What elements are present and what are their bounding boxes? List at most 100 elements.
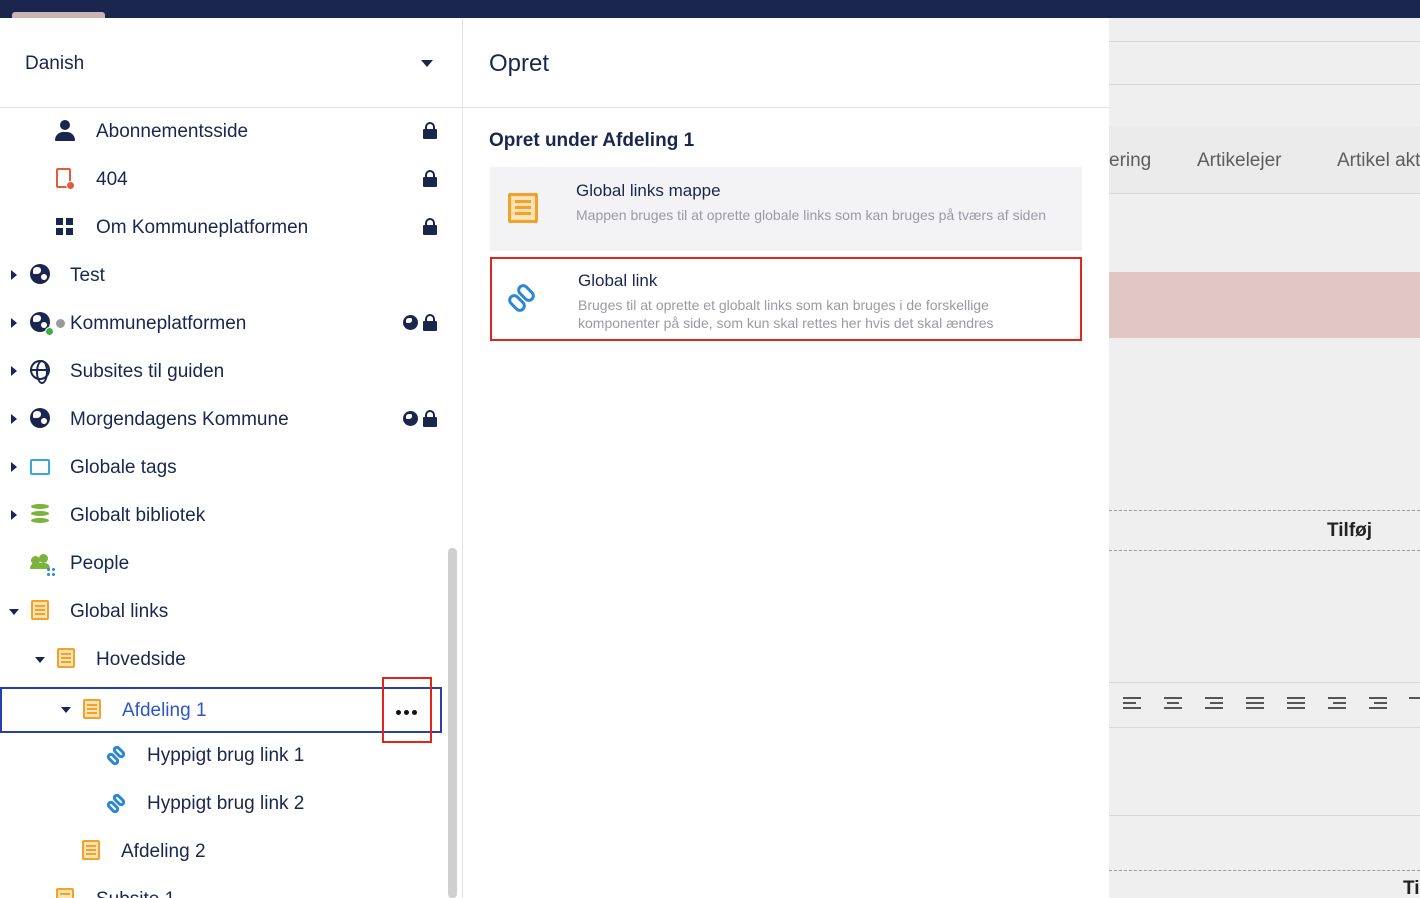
tree-item-people[interactable]: People xyxy=(0,540,444,588)
lock-icon xyxy=(423,314,437,331)
background-divider xyxy=(1109,815,1420,816)
caret-down-icon[interactable] xyxy=(35,657,45,663)
tree-item-abonnementsside[interactable]: Abonnementsside xyxy=(0,108,444,156)
more-actions-button[interactable] xyxy=(382,677,432,743)
link-folder-icon xyxy=(31,600,49,620)
tree-item-om-kommuneplatformen[interactable]: Om Kommuneplatformen xyxy=(0,204,444,252)
align-right-icon[interactable] xyxy=(1205,697,1223,713)
tree-item-label: 404 xyxy=(96,169,128,190)
grid-icon xyxy=(56,216,80,240)
people-icon xyxy=(30,552,55,576)
public-globe-icon xyxy=(403,411,418,426)
link-icon xyxy=(505,281,542,317)
tree-item-label: Globalt bibliotek xyxy=(70,505,206,526)
tree-item-globalt-bibliotek[interactable]: Globalt bibliotek xyxy=(0,492,444,540)
lock-icon xyxy=(423,410,437,427)
caret-right-icon[interactable] xyxy=(11,462,17,472)
link-folder-icon xyxy=(57,648,75,668)
tree-item-label: Test xyxy=(70,265,105,286)
caret-down-icon[interactable] xyxy=(421,60,433,67)
tree-scrollbar[interactable] xyxy=(448,548,457,898)
create-option-title: Global link xyxy=(578,271,658,290)
tree-item-globale-tags[interactable]: Globale tags xyxy=(0,444,444,492)
background-bottom-label: Ti xyxy=(1403,878,1420,898)
background-dashed-line xyxy=(1109,510,1420,511)
caret-right-icon[interactable] xyxy=(11,510,17,520)
background-add-button[interactable]: Tilføj xyxy=(1327,520,1372,542)
tree-item-kommuneplatformen[interactable]: Kommuneplatformen xyxy=(0,300,444,348)
tree-item-subsites-til-guiden[interactable]: Subsites til guiden xyxy=(0,348,444,396)
create-option-description: Bruges til at oprette et globalt links s… xyxy=(578,297,994,331)
link-icon xyxy=(105,792,130,816)
tree-item-label: Hyppigt brug link 2 xyxy=(147,793,305,814)
more-dots-icon xyxy=(396,710,401,715)
tree-item-test[interactable]: Test xyxy=(0,252,444,300)
background-divider xyxy=(1109,41,1420,42)
lock-icon xyxy=(423,122,437,139)
align-left-icon[interactable] xyxy=(1123,697,1141,713)
lock-icon xyxy=(423,170,437,187)
background-editor-toolbar xyxy=(1109,682,1420,728)
create-option-title: Global links mappe xyxy=(576,181,721,200)
background-tab[interactable]: Artikel akt xyxy=(1337,150,1420,172)
tree-item-label: People xyxy=(70,553,130,574)
background-tab-bar: ering Artikelejer Artikel akt xyxy=(1109,126,1420,194)
top-app-bar xyxy=(0,0,1420,18)
tree-item-label: Hovedside xyxy=(96,649,186,670)
globe-icon xyxy=(30,408,50,428)
globe-wire-icon xyxy=(30,360,50,384)
more-dots-icon xyxy=(404,710,409,715)
caret-right-icon[interactable] xyxy=(11,414,17,424)
tree-item-subsite-1[interactable]: Subsite 1 xyxy=(0,876,444,898)
create-option-global-links-mappe[interactable]: Global links mappe Mappen bruges til at … xyxy=(490,167,1082,251)
background-tab[interactable]: Artikelejer xyxy=(1197,150,1281,172)
tree-item-afdeling-1[interactable]: Afdeling 1 xyxy=(0,687,442,733)
caret-right-icon[interactable] xyxy=(11,318,17,328)
create-dialog-title: Opret xyxy=(489,50,550,77)
caret-down-icon[interactable] xyxy=(9,609,19,615)
language-selector[interactable]: Danish xyxy=(0,18,462,108)
tree-item-hyppigt-brug-link-1[interactable]: Hyppigt brug link 1 xyxy=(0,732,444,780)
caret-right-icon[interactable] xyxy=(11,366,17,376)
link-tool-icon[interactable] xyxy=(1409,697,1420,713)
user-icon xyxy=(54,120,78,144)
add-badge-icon xyxy=(45,327,54,336)
outdent-icon[interactable] xyxy=(1328,697,1346,713)
tree-item-404[interactable]: 404 xyxy=(0,156,444,204)
tree-item-label: Kommuneplatformen xyxy=(70,313,247,334)
align-center-icon[interactable] xyxy=(1164,697,1182,713)
globe-icon xyxy=(30,264,50,284)
link-folder-icon xyxy=(508,193,538,223)
tree-item-label: Afdeling 1 xyxy=(122,700,207,721)
indent-icon[interactable] xyxy=(1369,697,1387,713)
tree-item-global-links[interactable]: Global links xyxy=(0,588,444,636)
create-option-global-link[interactable]: Global link Bruges til at oprette et glo… xyxy=(490,257,1082,341)
background-alert-strip xyxy=(1109,272,1420,338)
create-option-description: Mappen bruges til at oprette globale lin… xyxy=(576,207,1047,223)
tree-item-label: Global links xyxy=(70,601,169,622)
bullet-list-icon[interactable] xyxy=(1246,697,1264,713)
create-dialog-header: Opret xyxy=(463,18,1109,108)
create-dialog-subtitle: Opret under Afdeling 1 xyxy=(489,130,695,151)
caret-down-icon[interactable] xyxy=(61,707,71,713)
background-tab[interactable]: ering xyxy=(1109,150,1151,172)
create-dialog: Opret Opret under Afdeling 1 Global link… xyxy=(463,18,1109,898)
tree-item-label: Abonnementsside xyxy=(96,121,249,142)
caret-right-icon[interactable] xyxy=(11,270,17,280)
tree-item-hovedside[interactable]: Hovedside xyxy=(0,636,444,684)
background-divider xyxy=(1109,84,1420,85)
error-page-icon xyxy=(56,168,75,190)
lock-icon xyxy=(423,218,437,235)
tree-item-morgendagens-kommune[interactable]: Morgendagens Kommune xyxy=(0,396,444,444)
tree-item-afdeling-2[interactable]: Afdeling 2 xyxy=(0,828,444,876)
tree-item-hyppigt-brug-link-2[interactable]: Hyppigt brug link 2 xyxy=(0,780,444,828)
numbered-list-icon[interactable] xyxy=(1287,697,1305,713)
tree-item-label: Subsite 1 xyxy=(96,889,175,898)
tree-item-label: Afdeling 2 xyxy=(121,841,206,862)
link-folder-icon xyxy=(56,888,74,898)
tree-item-label: Om Kommuneplatformen xyxy=(96,217,309,238)
link-icon xyxy=(105,744,130,768)
link-folder-icon xyxy=(83,699,101,719)
tree-item-label: Morgendagens Kommune xyxy=(70,409,289,430)
content-tree-panel: Danish Abonnementsside 404 Om Kommunepla… xyxy=(0,18,463,898)
